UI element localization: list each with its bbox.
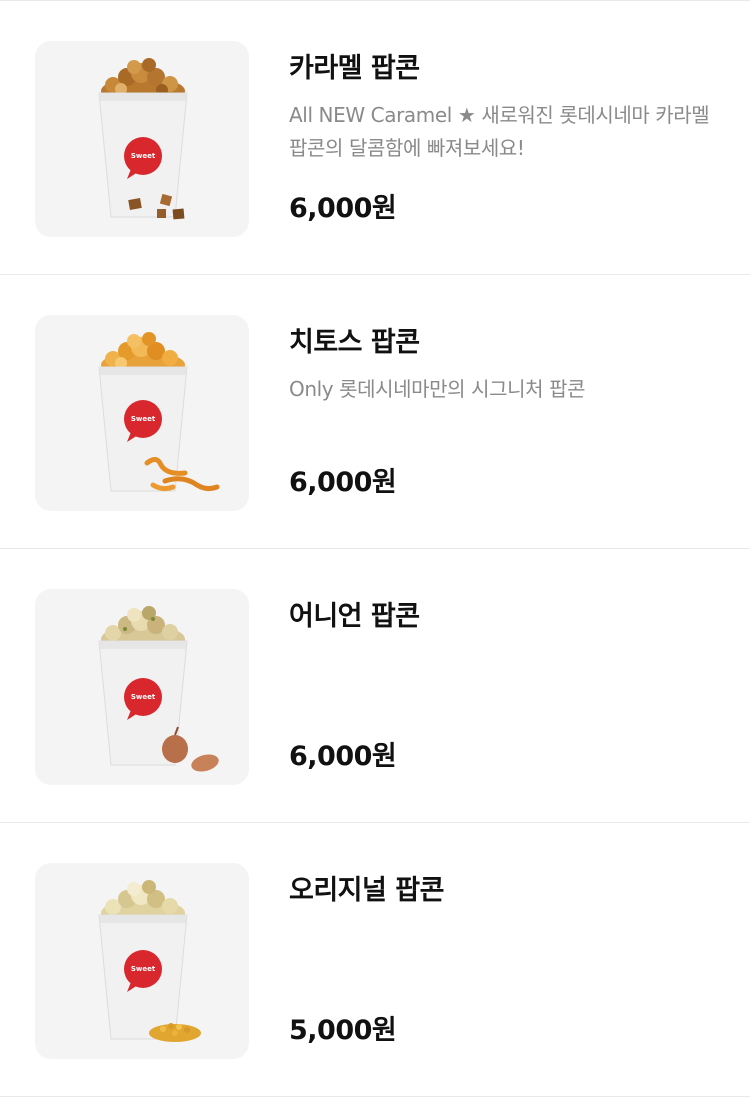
product-description: All NEW Caramel ★ 새로워진 롯데시네마 카라멜 팝콘의 달콤함… — [289, 103, 710, 160]
menu-item-info: 카라멜 팝콘 All NEW Caramel ★ 새로워진 롯데시네마 카라멜 … — [289, 51, 719, 165]
product-price: 5,000원 — [289, 1015, 397, 1046]
original-popcorn-image[interactable]: Sweet — [35, 863, 249, 1059]
product-price: 6,000원 — [289, 193, 397, 224]
popcorn-menu-list: Sweet 카라멜 팝콘 All NEW Caramel ★ 새로워진 롯데시네… — [0, 0, 750, 1097]
onion-popcorn-image[interactable]: Sweet — [35, 589, 249, 785]
menu-item-onion-popcorn[interactable]: Sweet 어니언 팝콘 6,000원 — [0, 549, 750, 823]
svg-text:Sweet: Sweet — [131, 415, 156, 423]
caramel-popcorn-image[interactable]: Sweet — [35, 41, 249, 237]
menu-item-info: 치토스 팝콘 Only 롯데시네마만의 시그니처 팝콘 — [289, 325, 719, 406]
menu-item-cheetos-popcorn[interactable]: Sweet 치토스 팝콘 Only 롯데시네마만의 시그니처 팝콘 6,000원 — [0, 275, 750, 549]
product-price: 6,000원 — [289, 741, 397, 772]
menu-item-caramel-popcorn[interactable]: Sweet 카라멜 팝콘 All NEW Caramel ★ 새로워진 롯데시네… — [0, 1, 750, 275]
menu-item-original-popcorn[interactable]: Sweet 오리지널 팝콘 5,000원 — [0, 823, 750, 1097]
svg-text:Sweet: Sweet — [131, 152, 156, 160]
product-name: 치토스 팝콘 — [289, 327, 420, 358]
svg-text:Sweet: Sweet — [131, 965, 156, 973]
product-description: Only 롯데시네마만의 시그니처 팝콘 — [289, 377, 586, 401]
product-price: 6,000원 — [289, 467, 397, 498]
cheetos-popcorn-image[interactable]: Sweet — [35, 315, 249, 511]
svg-text:Sweet: Sweet — [131, 693, 156, 701]
product-name: 카라멜 팝콘 — [289, 53, 420, 84]
product-name: 어니언 팝콘 — [289, 601, 420, 632]
product-name: 오리지널 팝콘 — [289, 875, 444, 906]
menu-item-info: 어니언 팝콘 — [289, 599, 719, 647]
menu-item-info: 오리지널 팝콘 — [289, 873, 719, 921]
